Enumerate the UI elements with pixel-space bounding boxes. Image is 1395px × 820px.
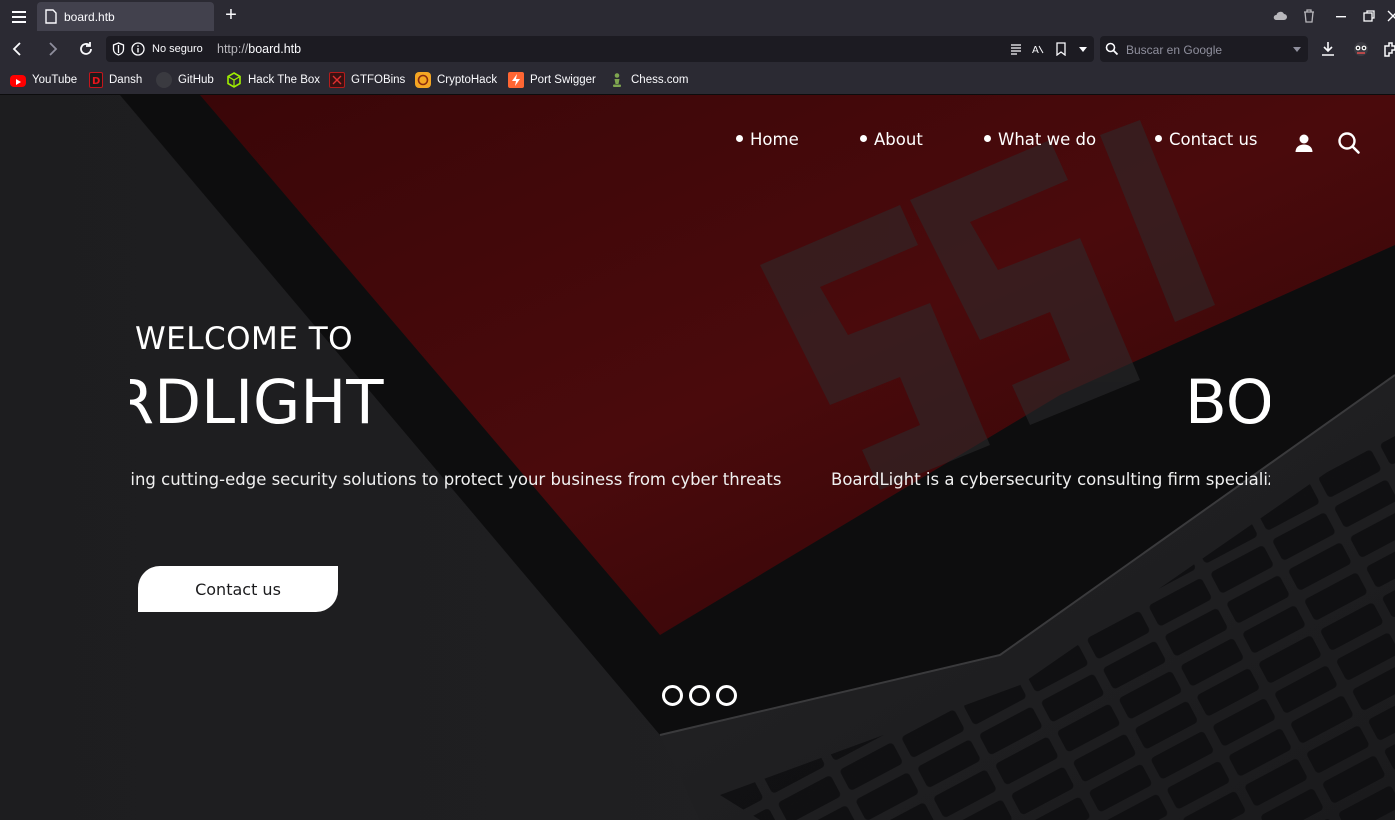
search-dropdown-icon[interactable]	[1292, 44, 1302, 54]
hero-description: g in providing cutting-edge security sol…	[130, 470, 782, 489]
cloud-icon[interactable]	[1272, 8, 1288, 24]
chevron-down-icon[interactable]	[1076, 42, 1090, 56]
bullet-icon	[984, 135, 991, 142]
youtube-icon	[10, 75, 26, 87]
page-icon	[45, 9, 57, 24]
portswigger-icon	[508, 72, 524, 88]
forward-icon[interactable]	[43, 40, 61, 58]
svg-text:D: D	[92, 76, 100, 87]
bookmark-hackthebox[interactable]: Hack The Box	[226, 72, 320, 88]
github-icon	[156, 72, 172, 88]
user-icon[interactable]	[1294, 133, 1314, 153]
nav-contact-us[interactable]: Contact us	[1155, 130, 1258, 149]
hero-description-next: BoardLight is a cybersecurity consulting…	[831, 470, 1270, 489]
hero-welcome-text: WELCOME TO	[135, 321, 354, 357]
bullet-icon	[1155, 135, 1162, 142]
web-page: Home About What we do Contact us WELCOME…	[0, 95, 1395, 820]
restore-icon[interactable]	[1361, 8, 1377, 24]
browser-nav-bar: No seguro http://board.htb A Buscar en G…	[0, 33, 1395, 64]
bookmark-gtfobins[interactable]: GTFOBins	[329, 72, 405, 88]
search-icon[interactable]	[1337, 131, 1361, 155]
bullet-icon	[736, 135, 743, 142]
bookmark-youtube[interactable]: YouTube	[10, 72, 77, 88]
tab-title: board.htb	[64, 10, 115, 24]
contact-us-button[interactable]: Contact us	[138, 566, 338, 612]
slide-indicator-3[interactable]	[716, 685, 737, 706]
url-scheme: http://	[217, 42, 249, 56]
dansh-icon: D	[89, 72, 103, 88]
bullet-icon	[860, 135, 867, 142]
reload-icon[interactable]	[77, 40, 95, 58]
minimize-icon[interactable]	[1333, 8, 1349, 24]
svg-text:A: A	[1032, 45, 1039, 56]
shield-icon[interactable]	[112, 42, 125, 56]
site-navigation: Home About What we do Contact us	[0, 130, 1395, 152]
trash-icon[interactable]	[1301, 8, 1317, 24]
bookmark-chess[interactable]: Chess.com	[609, 72, 689, 88]
back-icon[interactable]	[9, 40, 27, 58]
bookmark-cryptohack[interactable]: CryptoHack	[415, 72, 497, 88]
url-text[interactable]: http://board.htb	[217, 42, 301, 56]
hero-title: ARDLIGHT	[130, 367, 384, 438]
slide-indicator-2[interactable]	[689, 685, 710, 706]
slider-indicators	[662, 685, 743, 707]
search-bar[interactable]: Buscar en Google	[1100, 36, 1308, 62]
nav-what-we-do[interactable]: What we do	[984, 130, 1096, 149]
translate-icon[interactable]: A	[1031, 42, 1045, 56]
info-icon[interactable]	[131, 42, 145, 56]
chess-icon	[609, 72, 625, 88]
url-host: board.htb	[248, 42, 302, 56]
url-bar[interactable]: No seguro http://board.htb A	[106, 36, 1094, 62]
slide-indicator-1[interactable]	[662, 685, 683, 706]
bookmark-portswigger[interactable]: Port Swigger	[508, 72, 596, 88]
close-icon[interactable]	[1385, 8, 1395, 24]
gtfobins-icon	[329, 72, 345, 88]
search-engine-icon[interactable]	[1105, 42, 1119, 56]
reader-mode-icon[interactable]	[1009, 42, 1023, 56]
hero-title-next: BO	[1185, 367, 1270, 438]
bookmarks-toolbar: YouTube D Dansh GitHub Hack The Box GTFO…	[0, 64, 1395, 95]
browser-tab[interactable]: board.htb	[37, 2, 214, 31]
bookmark-icon[interactable]	[1054, 42, 1068, 56]
cryptohack-icon	[415, 72, 431, 88]
download-icon[interactable]	[1319, 40, 1337, 58]
extensions-icon[interactable]	[1381, 40, 1395, 58]
browser-tab-bar: board.htb +	[0, 0, 1395, 33]
menu-icon[interactable]	[8, 8, 30, 26]
search-input[interactable]: Buscar en Google	[1126, 43, 1222, 57]
nav-home[interactable]: Home	[736, 130, 799, 149]
hackthebox-icon	[226, 72, 242, 88]
bookmark-dansh[interactable]: D Dansh	[89, 72, 142, 88]
new-tab-button[interactable]: +	[222, 5, 240, 25]
security-label: No seguro	[152, 43, 203, 55]
extension-mask-icon[interactable]	[1352, 40, 1370, 58]
nav-about[interactable]: About	[860, 130, 923, 149]
bookmark-github[interactable]: GitHub	[156, 72, 214, 88]
